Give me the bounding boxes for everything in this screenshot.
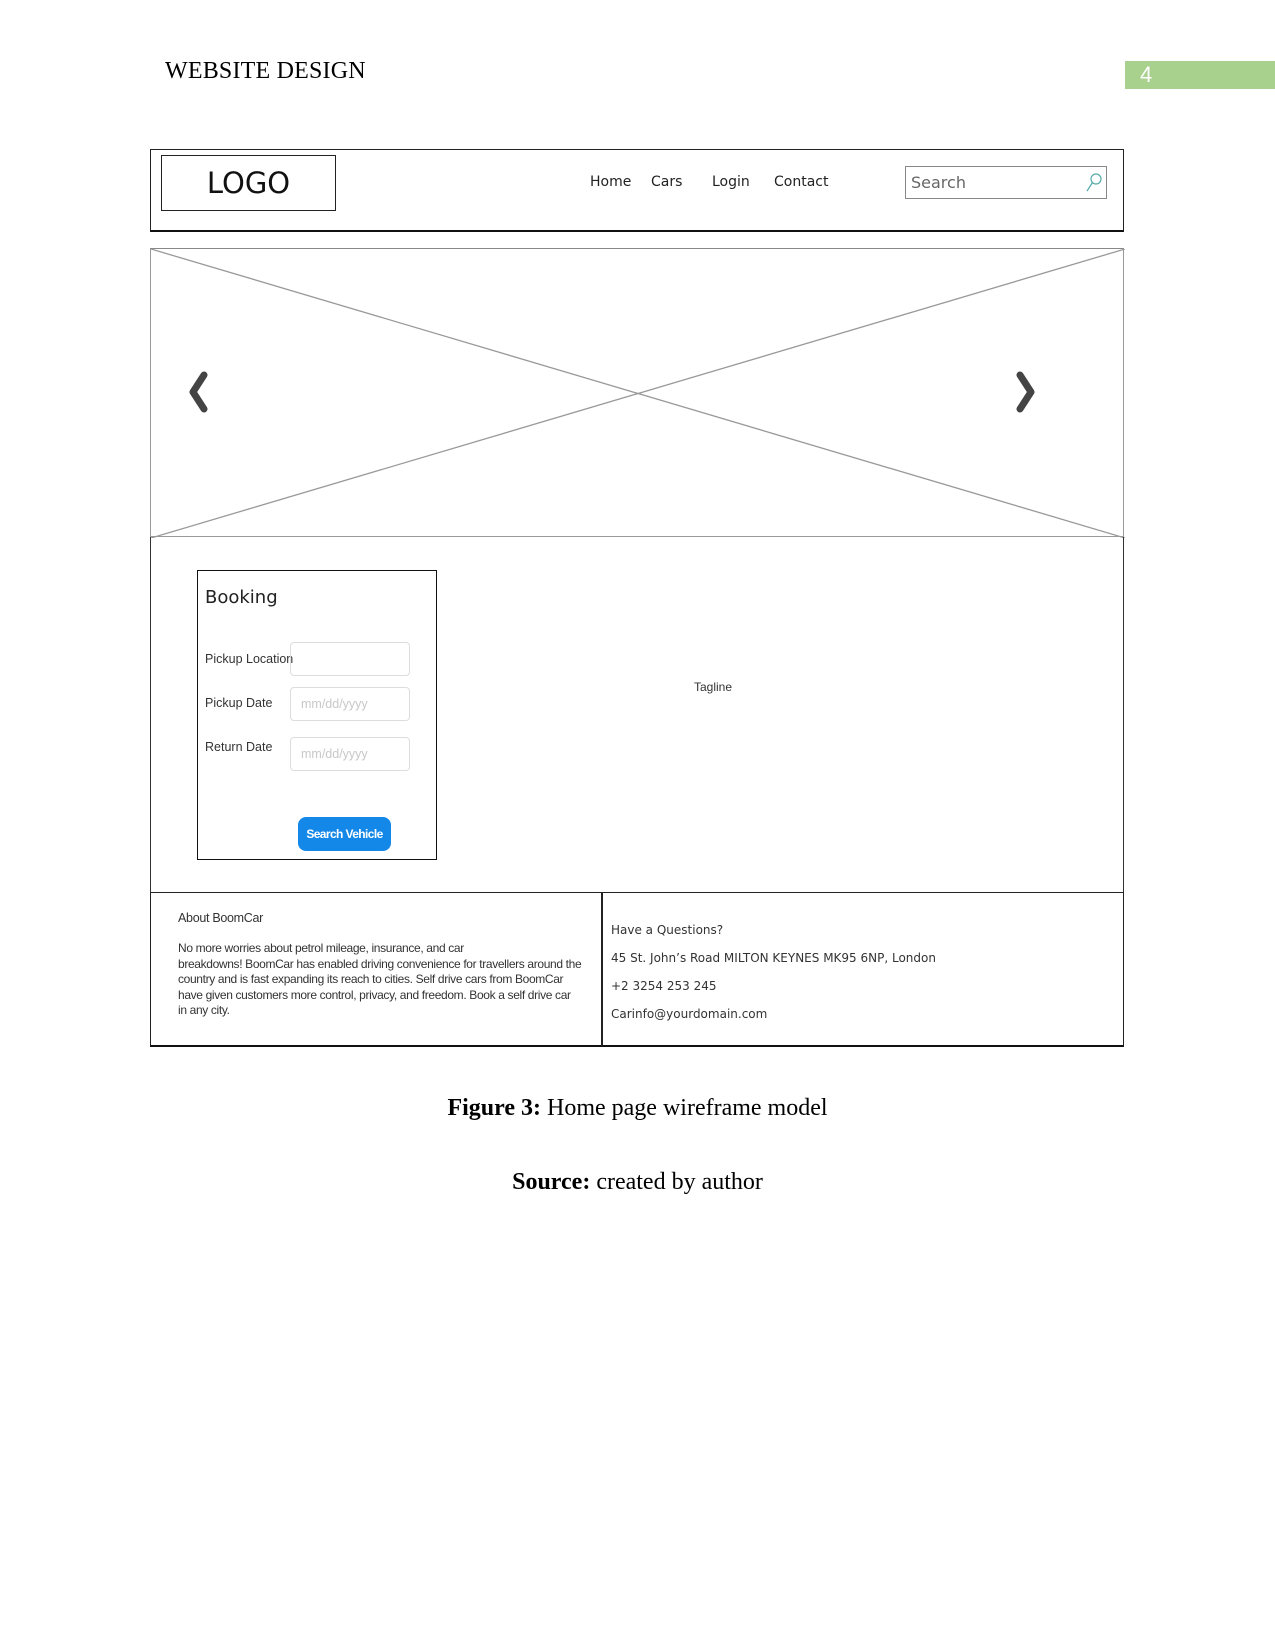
- figure-caption: Figure 3: Home page wireframe model: [0, 1095, 1275, 1122]
- search-icon[interactable]: [1085, 172, 1103, 194]
- about-line: in any city.: [178, 1003, 230, 1018]
- page-number-bar: 4: [1125, 61, 1275, 89]
- wireframe-figure: LOGO Home Cars Login Contact Search Book…: [150, 149, 1125, 1047]
- booking-form: Booking Pickup Location Pickup Date mm/d…: [197, 570, 437, 860]
- tagline: Tagline: [694, 680, 733, 694]
- pickup-location-input[interactable]: [290, 642, 410, 676]
- pickup-date-label: Pickup Date: [205, 696, 273, 710]
- pickup-location-label: Pickup Location: [205, 652, 294, 666]
- source-text: created by author: [590, 1169, 763, 1195]
- wireframe-header: LOGO Home Cars Login Contact Search: [150, 149, 1124, 232]
- about-line: No more worries about petrol mileage, in…: [178, 941, 464, 955]
- search-placeholder: Search: [911, 173, 966, 192]
- content-area: Booking Pickup Location Pickup Date mm/d…: [150, 537, 1124, 892]
- footer-divider: [601, 893, 603, 1046]
- nav-contact[interactable]: Contact: [774, 174, 828, 190]
- search-input[interactable]: Search: [905, 166, 1107, 199]
- about-title: About BoomCar: [178, 911, 264, 925]
- contact-address: 45 St. John’s Road MILTON KEYNES MK95 6N…: [611, 951, 936, 965]
- about-line: breakdowns! BoomCar has enabled driving …: [178, 956, 582, 971]
- wireframe-footer: About BoomCar No more worries about petr…: [150, 892, 1124, 1047]
- about-text: No more worries about petrol mileage, in…: [178, 941, 588, 1019]
- contact-heading: Have a Questions?: [611, 923, 724, 937]
- hero-carousel: [150, 248, 1125, 538]
- logo[interactable]: LOGO: [161, 155, 336, 211]
- about-line: have given customers more control, priva…: [178, 987, 571, 1002]
- source-caption: Source: created by author: [0, 1169, 1275, 1196]
- image-placeholder-icon: [151, 249, 1125, 538]
- return-date-input[interactable]: mm/dd/yyyy: [290, 737, 410, 771]
- running-header: WEBSITE DESIGN: [165, 58, 366, 84]
- figure-text: Home page wireframe model: [541, 1095, 828, 1121]
- nav-home[interactable]: Home: [590, 174, 631, 190]
- booking-title: Booking: [205, 587, 278, 608]
- pickup-date-input[interactable]: mm/dd/yyyy: [290, 687, 410, 721]
- return-date-label: Return Date: [205, 740, 273, 754]
- figure-label: Figure 3:: [447, 1095, 541, 1121]
- contact-email[interactable]: Carinfo@yourdomain.com: [611, 1007, 767, 1021]
- nav-login[interactable]: Login: [712, 174, 750, 190]
- nav-cars[interactable]: Cars: [651, 174, 682, 190]
- about-line: country and is fast expanding its reach …: [178, 972, 564, 987]
- search-vehicle-button[interactable]: Search Vehicle: [298, 817, 391, 851]
- contact-phone: +2 3254 253 245: [611, 979, 717, 993]
- chevron-right-icon[interactable]: [1010, 369, 1040, 415]
- chevron-left-icon[interactable]: [184, 369, 214, 415]
- page-number: 4: [1140, 62, 1153, 87]
- source-label: Source:: [512, 1169, 591, 1195]
